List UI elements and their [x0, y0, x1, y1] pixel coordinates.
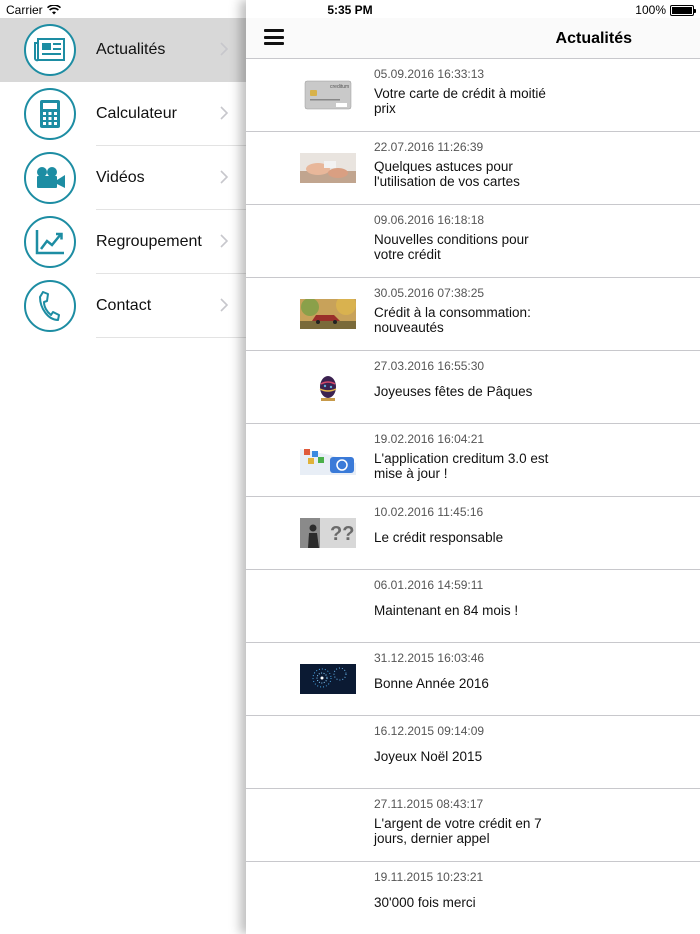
chevron-right-icon: [220, 42, 228, 56]
news-title: Votre carte de crédit à moitié prix: [374, 86, 546, 116]
news-title: Le crédit responsable: [374, 530, 504, 545]
news-date: 09.06.2016 16:18:18: [374, 213, 485, 227]
news-date: 19.11.2015 10:23:21: [374, 870, 484, 884]
battery-info: 100%: [635, 3, 696, 17]
news-date: 10.02.2016 11:45:16: [374, 505, 484, 519]
phone-icon: [39, 291, 60, 321]
svg-text:creditum: creditum: [330, 84, 349, 90]
news-date: 05.09.2016 16:33:13: [374, 67, 485, 81]
menu-label: Calculateur: [96, 104, 177, 122]
news-title: Joyeux Noël 2015: [374, 749, 483, 764]
fireworks-thumbnail: [300, 664, 356, 694]
news-item[interactable]: 19.02.2016 16:04:21 L'application credit…: [246, 424, 700, 497]
news-title: L'application creditum 3.0 est mise à jo…: [374, 451, 549, 481]
chevron-right-icon: [220, 234, 228, 248]
news-title: Crédit à la consommation: nouveautés: [374, 305, 531, 335]
news-title: L'argent de votre crédit en 7 jours, der…: [374, 816, 542, 846]
news-item[interactable]: 27.03.2016 16:55:30 Joyeuses fêtes de Pâ…: [246, 351, 700, 424]
news-item[interactable]: 31.12.2015 16:03:46 Bonne Année 2016: [246, 643, 700, 716]
news-item[interactable]: 30.05.2016 07:38:25 Crédit à la consomma…: [246, 278, 700, 351]
credit-card-thumbnail: creditum: [304, 80, 352, 110]
news-item[interactable]: 16.12.2015 09:14:09 Joyeux Noël 2015: [246, 716, 700, 789]
news-list: creditum 05.09.2016 16:33:13 Votre carte…: [246, 59, 700, 934]
main-panel: Actualités creditum 05.09.2016 16:33:13 …: [246, 0, 700, 934]
chevron-right-icon: [220, 170, 228, 184]
news-date: 06.01.2016 14:59:11: [374, 578, 484, 592]
battery-icon: [670, 4, 696, 16]
svg-text:??: ??: [330, 523, 354, 545]
news-date: 19.02.2016 16:04:21: [374, 432, 485, 446]
side-menu: Actualités Calculateur Vidéos Regroupeme…: [0, 18, 246, 934]
newspaper-icon: [34, 38, 65, 62]
video-camera-icon: [37, 167, 65, 188]
status-time: 5:35 PM: [327, 3, 373, 17]
page-title: Actualités: [555, 30, 632, 47]
news-title: Nouvelles conditions pour votre crédit: [374, 232, 529, 262]
menu-item-actualites[interactable]: Actualités: [0, 18, 246, 82]
news-item[interactable]: 19.11.2015 10:23:21 30'000 fois merci: [246, 862, 700, 934]
news-date: 31.12.2015 16:03:46: [374, 651, 485, 665]
nav-bar: Actualités: [246, 18, 700, 59]
news-date: 30.05.2016 07:38:25: [374, 286, 485, 300]
hands-cards-thumbnail: [300, 153, 356, 183]
menu-label: Vidéos: [96, 168, 145, 186]
car-autumn-thumbnail: [300, 299, 356, 329]
news-title: Joyeuses fêtes de Pâques: [374, 384, 533, 399]
menu-item-calculateur[interactable]: Calculateur: [0, 82, 246, 146]
news-item[interactable]: 27.11.2015 08:43:17 L'argent de votre cr…: [246, 789, 700, 862]
menu-item-videos[interactable]: Vidéos: [0, 146, 246, 210]
menu-label: Actualités: [96, 41, 166, 58]
hamburger-menu-icon[interactable]: [264, 29, 284, 45]
news-item[interactable]: ?? 10.02.2016 11:45:16 Le crédit respons…: [246, 497, 700, 570]
news-date: 16.12.2015 09:14:09: [374, 724, 485, 738]
news-title: Maintenant en 84 mois !: [374, 603, 519, 618]
news-item[interactable]: creditum 05.09.2016 16:33:13 Votre carte…: [246, 59, 700, 132]
news-item[interactable]: 22.07.2016 11:26:39 Quelques astuces pou…: [246, 132, 700, 205]
chevron-right-icon: [220, 298, 228, 312]
news-title: Quelques astuces pour l'utilisation de v…: [374, 159, 520, 189]
chevron-right-icon: [220, 106, 228, 120]
chart-line-icon: [35, 230, 64, 255]
menu-label: Contact: [96, 296, 152, 314]
app-update-thumbnail: [300, 445, 356, 475]
menu-item-contact[interactable]: Contact: [0, 274, 246, 338]
menu-item-regroupement[interactable]: Regroupement: [0, 210, 246, 274]
news-title: 30'000 fois merci: [374, 895, 476, 910]
easter-egg-thumbnail: [300, 372, 356, 402]
battery-percent: 100%: [635, 3, 666, 17]
news-date: 27.03.2016 16:55:30: [374, 359, 485, 373]
news-item[interactable]: 06.01.2016 14:59:11 Maintenant en 84 moi…: [246, 570, 700, 643]
status-bar: Carrier 5:35 PM 100%: [0, 0, 700, 20]
news-title: Bonne Année 2016: [374, 676, 489, 691]
news-date: 22.07.2016 11:26:39: [374, 140, 484, 154]
calculator-icon: [40, 100, 60, 128]
news-item[interactable]: 09.06.2016 16:18:18 Nouvelles conditions…: [246, 205, 700, 278]
news-date: 27.11.2015 08:43:17: [374, 797, 484, 811]
menu-label: Regroupement: [96, 232, 202, 250]
question-marks-thumbnail: ??: [300, 518, 356, 548]
